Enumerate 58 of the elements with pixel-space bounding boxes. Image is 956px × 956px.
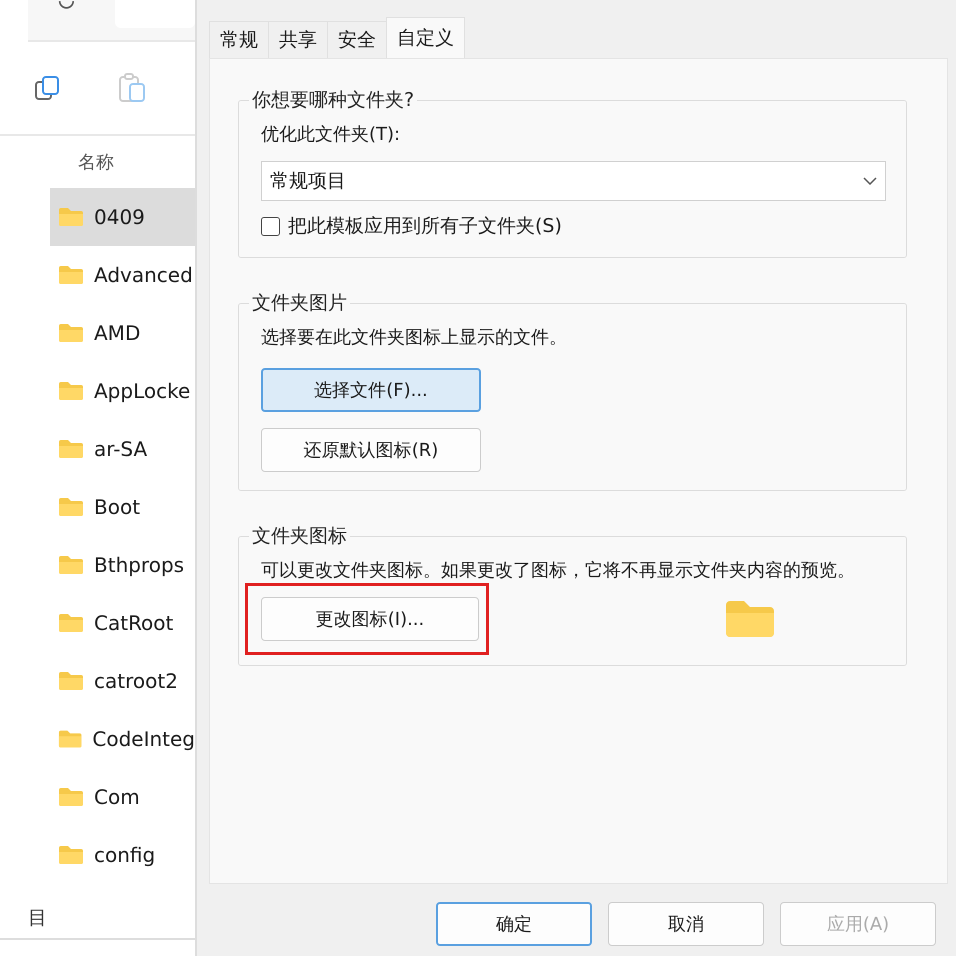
file-row[interactable]: AMD — [50, 304, 195, 362]
dropdown[interactable]: 常规项目 — [261, 161, 886, 201]
folder-icon — [58, 439, 84, 459]
file-row[interactable]: Boot — [50, 478, 195, 536]
file-name: Bthprops — [94, 553, 184, 577]
group-title: 文件夹图标 — [251, 524, 348, 549]
file-row[interactable]: config — [50, 826, 195, 884]
dialog-button[interactable]: 确定 — [436, 902, 592, 946]
file-row[interactable]: CatRoot — [50, 594, 195, 652]
field-label: 优化此文件夹(T): — [261, 123, 402, 147]
group-title: 你想要哪种文件夹? — [251, 88, 416, 113]
file-row[interactable]: Com — [50, 768, 195, 826]
choose-button[interactable]: 选择文件(F)... — [261, 368, 481, 412]
group-title: 文件夹图片 — [251, 291, 348, 316]
file-row[interactable]: CodeInteg — [50, 710, 195, 768]
file-row[interactable]: Bthprops — [50, 536, 195, 594]
folder-preview-icon — [724, 599, 776, 639]
file-name: AppLocke — [94, 379, 190, 403]
folder-icon — [58, 323, 84, 343]
status-text: 目 — [28, 906, 47, 931]
folder-icon — [58, 671, 84, 691]
folder-icon — [58, 381, 84, 401]
dialog-button[interactable]: 取消 — [608, 902, 764, 946]
file-name: CodeInteg — [92, 727, 195, 751]
folder-icon — [58, 787, 84, 807]
folder-icon — [58, 613, 84, 633]
checkbox-label[interactable]: 把此模板应用到所有子文件夹(S) — [288, 213, 562, 239]
folder-icon — [58, 845, 84, 865]
description-text: 选择要在此文件夹图标上显示的文件。 — [261, 326, 568, 350]
folder-icon — [58, 207, 84, 227]
choose-button[interactable]: 还原默认图标(R) — [261, 428, 481, 472]
copy-icon[interactable] — [34, 75, 60, 101]
folder-icon — [58, 497, 84, 517]
file-name: 0409 — [94, 205, 145, 229]
address-field[interactable] — [114, 0, 195, 28]
folder-icon — [58, 729, 82, 749]
file-name: Boot — [94, 495, 140, 519]
column-header[interactable]: 名称 — [78, 150, 114, 174]
file-row[interactable]: catroot2 — [50, 652, 195, 710]
file-name: CatRoot — [94, 611, 174, 635]
file-name: catroot2 — [94, 669, 178, 693]
chevron-down-icon — [863, 177, 877, 185]
file-row[interactable]: ar-SA — [50, 420, 195, 478]
folder-icon — [58, 555, 84, 575]
file-row[interactable]: 0409 — [50, 188, 195, 246]
file-name: Com — [94, 785, 140, 809]
file-name: Advanced — [94, 263, 193, 287]
file-name: config — [94, 843, 156, 867]
file-row[interactable]: Advanced — [50, 246, 195, 304]
file-name: AMD — [94, 321, 140, 345]
change-icon-button[interactable]: 更改图标(I)... — [261, 597, 479, 641]
file-row[interactable]: AppLocke — [50, 362, 195, 420]
tab[interactable]: 自定义 — [386, 17, 465, 58]
checkbox[interactable] — [261, 216, 280, 236]
file-name: ar-SA — [94, 437, 148, 461]
description-text: 可以更改文件夹图标。如果更改了图标，它将不再显示文件夹内容的预览。 — [261, 559, 856, 583]
tab[interactable]: 常规 — [209, 21, 269, 58]
folder-icon — [58, 265, 84, 285]
